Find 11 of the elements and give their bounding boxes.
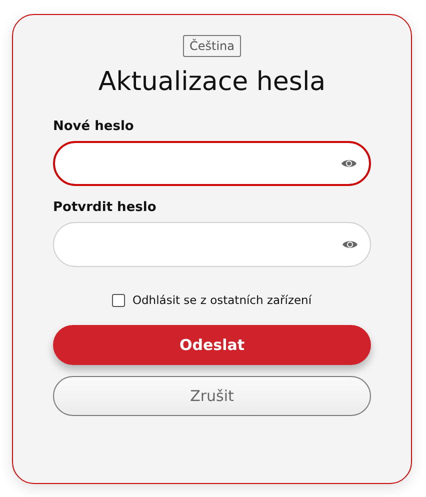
eye-icon[interactable] [341,158,357,169]
checkbox[interactable] [112,294,126,306]
language-button[interactable]: Čeština [183,35,240,57]
eye-icon[interactable] [342,239,358,250]
field-label: Nové heslo [53,119,135,134]
page-title: Aktualizace hesla [97,67,327,97]
checkbox-label: Odhlásit se z ostatních zařízení [132,293,312,307]
password-field[interactable] [53,141,371,186]
field-label: Potvrdit heslo [53,200,158,215]
cancel-button[interactable]: Zrušit [53,376,371,416]
submit-button[interactable]: Odeslat [53,325,371,365]
